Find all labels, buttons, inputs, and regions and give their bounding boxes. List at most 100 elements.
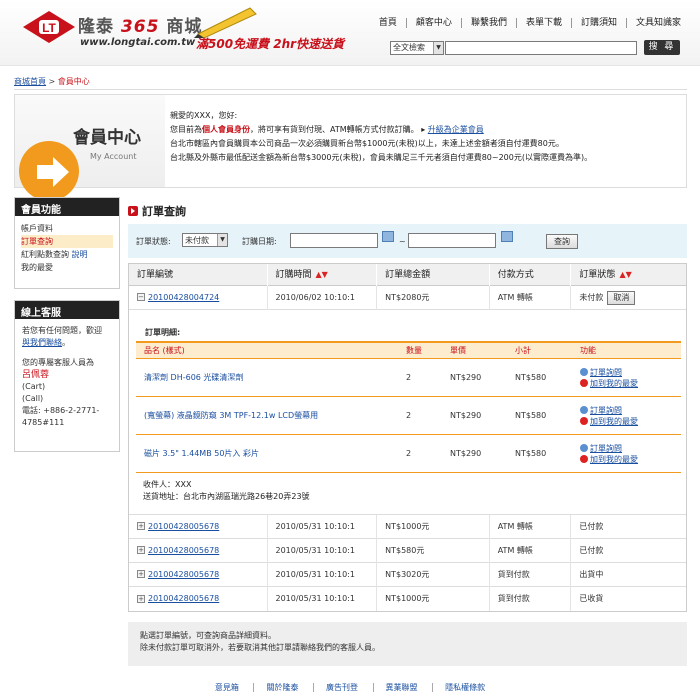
sidebar-item-bonus-label[interactable]: 紅利點數查詢 — [21, 250, 69, 259]
payment-cell: 貨到付款 — [490, 562, 572, 587]
membership-type: 個人會員身份 — [202, 125, 250, 134]
bonus-explain-link[interactable]: 說明 — [72, 250, 88, 259]
member-banner: 會員中心 My Account 親愛的XXX，您好: 您目前為個人會員身份，將可… — [14, 94, 687, 201]
footer-about[interactable]: 關於隆泰 — [253, 683, 311, 692]
breadcrumb-home[interactable]: 商城首頁 — [14, 77, 46, 86]
orders-table: 訂單編號 訂購時間 ▲▼ 訂單總金額 付款方式 訂單狀態 ▲▼ −201004280… — [128, 263, 687, 612]
table-row: +20100428005678 2010/05/31 10:10:1 NT$10… — [129, 514, 686, 539]
promo-text: 滿500免運費 2hr快速送貨 — [196, 37, 345, 51]
order-id-cell: +20100428005678 — [129, 562, 268, 587]
online-service-title: 線上客服 — [15, 301, 119, 319]
column-status-label: 訂單狀態 — [579, 269, 616, 280]
order-id-cell: +20100428005678 — [129, 514, 268, 539]
collapse-icon[interactable]: − — [137, 293, 145, 301]
footer-advertising[interactable]: 廣告刊登 — [313, 683, 370, 692]
upgrade-link[interactable]: 升級為企業會員 — [428, 125, 484, 134]
end-date-input[interactable] — [408, 233, 496, 248]
rep-phone: 電話: +886-2-2771-4785#111 — [22, 406, 100, 427]
expand-icon[interactable]: + — [137, 546, 145, 554]
heart-icon — [580, 417, 588, 425]
search-input[interactable] — [445, 40, 637, 55]
top-nav: 首頁 顧客中心 聯繫我們 表單下載 訂購須知 文具知識家 — [370, 18, 690, 28]
order-detail-title: 訂單明細: — [145, 328, 181, 337]
order-id-link[interactable]: 20100428004724 — [148, 293, 219, 302]
logo-icon[interactable]: LT — [22, 10, 76, 44]
expand-icon[interactable]: + — [137, 594, 145, 603]
order-note: 點選訂單編號，可查詢商品詳細資料。 除未付款訂單可取消外，若要取消其他訂單請聯絡… — [128, 622, 687, 666]
nav-home[interactable]: 首頁 — [370, 18, 406, 28]
column-order-total: 訂單總金額 — [377, 263, 490, 286]
expand-icon[interactable]: + — [137, 570, 145, 578]
order-inquiry-link[interactable]: 訂單詢問 — [590, 444, 622, 453]
online-service-body: 若您有任何問題，歡迎 與我們聯絡。 您的專屬客服人員為 呂佩蓉 (Cart) (… — [15, 319, 119, 435]
order-inquiry-link[interactable]: 訂單詢問 — [590, 406, 622, 415]
add-favorite-link[interactable]: 加到我的最愛 — [590, 417, 638, 426]
table-row: +20100428005678 2010/05/31 10:10:1 NT$58… — [129, 538, 686, 563]
page-title: 訂單查詢 — [128, 203, 186, 219]
order-id-link[interactable]: 20100428005678 — [148, 594, 219, 603]
nav-contact-us[interactable]: 聯繫我們 — [460, 18, 516, 28]
start-date-input[interactable] — [290, 233, 378, 248]
order-total-cell: NT$3020元 — [377, 562, 490, 587]
order-id-cell: +20100428005678 — [129, 587, 268, 611]
product-link[interactable]: (寬螢幕) 液晶鏡防窺 3M TPF-12.1w LCD螢幕用 — [144, 411, 318, 420]
nav-forms-download[interactable]: 表單下載 — [515, 18, 571, 28]
search-scope-select[interactable]: 全文檢索 ▼ — [390, 40, 444, 55]
note-line-1: 點選訂單編號，可查詢商品詳細資料。 — [140, 631, 276, 640]
rep-call: (Call) — [22, 394, 44, 403]
column-status[interactable]: 訂單狀態 ▲▼ — [571, 264, 686, 286]
detail-col-name: 品名 (樣式) — [144, 346, 185, 355]
status-select[interactable]: 未付款 ▼ — [182, 233, 228, 247]
play-icon — [128, 206, 138, 216]
sort-arrows-icon[interactable]: ▲▼ — [316, 270, 328, 279]
status-cell: 已收貨 — [579, 594, 604, 603]
arrow-circle-icon — [19, 141, 79, 201]
order-id-cell: −20100428004724 — [129, 285, 268, 310]
contact-us-link[interactable]: 與我們聯絡 — [22, 338, 62, 347]
chevron-down-icon[interactable]: ▼ — [433, 41, 443, 54]
question-icon — [580, 444, 588, 452]
order-id-link[interactable]: 20100428005678 — [148, 546, 219, 555]
cancel-order-button[interactable]: 取消 — [607, 290, 636, 305]
footer-privacy[interactable]: 隱私權條款 — [432, 683, 498, 692]
page-title-text: 訂單查詢 — [142, 205, 186, 218]
membership-text-end: ，將可享有貨到付現、ATM轉帳方式付款訂購。 — [250, 125, 419, 134]
chevron-down-icon[interactable]: ▼ — [217, 234, 227, 246]
calendar-icon[interactable] — [382, 231, 394, 242]
expand-icon[interactable]: + — [137, 522, 145, 530]
sidebar-item-favorites[interactable]: 我的最愛 — [21, 261, 113, 274]
function-cell: 訂單詢問 加到我的最愛 — [580, 443, 680, 465]
sort-arrows-icon[interactable]: ▲▼ — [619, 270, 631, 279]
product-link[interactable]: 清潔劑 DH-606 光碟清潔劑 — [144, 373, 243, 382]
nav-customer-center[interactable]: 顧客中心 — [405, 18, 461, 28]
shipping-info: 收件人：XXX 送貨地址：台北市內湖區瑞光路26巷20弄23號 — [143, 479, 310, 503]
add-favorite-link[interactable]: 加到我的最愛 — [590, 455, 638, 464]
logo-url: www.longtai.com.tw — [80, 37, 196, 48]
order-id-link[interactable]: 20100428005678 — [148, 522, 219, 531]
order-time-cell: 2010/05/31 10:10:1 — [268, 538, 378, 563]
shipping-address: 送貨地址：台北市內湖區瑞光路26巷20弄23號 — [143, 492, 310, 501]
column-order-time[interactable]: 訂購時間 ▲▼ — [268, 263, 378, 286]
query-button[interactable]: 查詢 — [546, 234, 578, 249]
qty-cell: 2 — [406, 411, 412, 420]
footer-feedback[interactable]: 意見箱 — [203, 683, 251, 692]
calendar-icon[interactable] — [501, 231, 513, 242]
sidebar-item-account[interactable]: 帳戶資料 — [21, 222, 113, 235]
search-bar: 全文檢索 ▼ 搜 尋 — [390, 40, 680, 55]
search-button[interactable]: 搜 尋 — [644, 40, 680, 55]
table-header: 訂單編號 訂購時間 ▲▼ 訂單總金額 付款方式 訂單狀態 ▲▼ — [129, 263, 686, 286]
nav-order-guide[interactable]: 訂購須知 — [570, 18, 626, 28]
order-inquiry-link[interactable]: 訂單詢問 — [590, 368, 622, 377]
logo-name[interactable]: 隆泰 365 商城 — [78, 12, 202, 37]
status-text: 未付款 — [579, 292, 604, 302]
sidebar-item-orders[interactable]: 訂單查詢 — [21, 235, 113, 248]
footer-partnership[interactable]: 異業聯盟 — [372, 683, 430, 692]
status-cell: 已付款 — [579, 545, 604, 555]
divider — [14, 89, 687, 90]
order-id-link[interactable]: 20100428005678 — [148, 570, 219, 579]
pencil-icon — [194, 7, 257, 38]
table-row: −20100428004724 2010/06/02 10:10:1 NT$20… — [129, 285, 686, 310]
product-link[interactable]: 磁片 3.5" 1.44MB 50片入 彩片 — [144, 449, 259, 458]
add-favorite-link[interactable]: 加到我的最愛 — [590, 379, 638, 388]
nav-stationery-knowledge[interactable]: 文具知識家 — [625, 18, 690, 28]
